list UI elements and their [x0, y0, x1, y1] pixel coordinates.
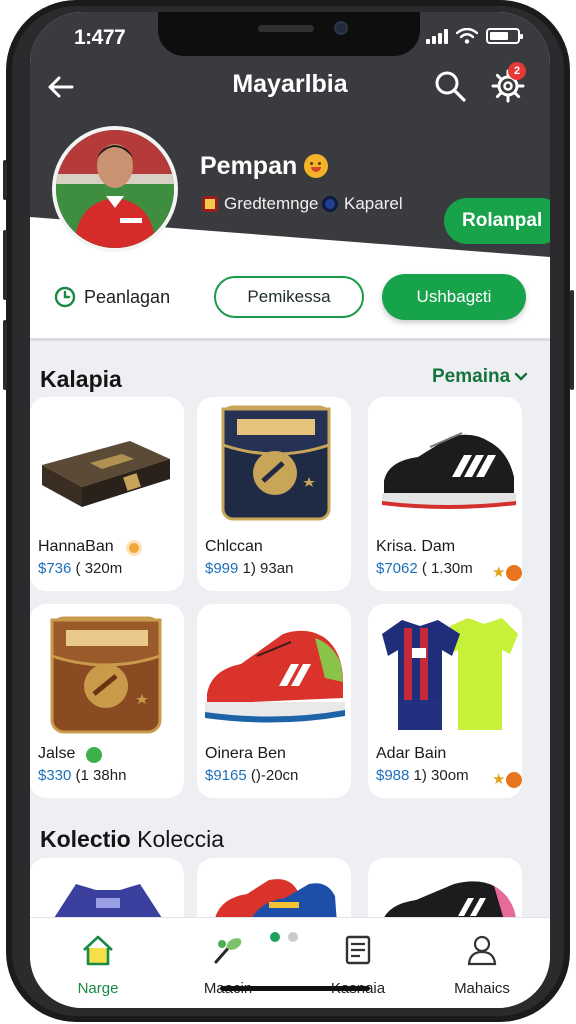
- search-icon[interactable]: [432, 68, 468, 104]
- team-badge-icon: [202, 196, 218, 212]
- avatar-photo: [56, 130, 174, 248]
- phone-side-button: [3, 160, 7, 200]
- section-title-kolectio: Kolectio Koleccia: [40, 826, 224, 853]
- price-value: $7062: [376, 560, 418, 577]
- chevron-down-icon: [514, 372, 528, 381]
- user-icon: [467, 935, 497, 966]
- nav-label: Narge: [77, 980, 119, 997]
- product-image-wallet-brown: [50, 616, 162, 734]
- nav-item-home[interactable]: Narge: [48, 918, 148, 1008]
- nav-label: Mahaics: [454, 980, 510, 997]
- product-card[interactable]: Chlccan $999 1) 93an: [197, 397, 351, 591]
- action-row: Peanlagan Pemikessa Ushbagɛti: [30, 268, 550, 338]
- coin-icon: [506, 772, 522, 788]
- product-image-box: [42, 441, 170, 507]
- product-price: $736 ( 320m: [38, 560, 122, 577]
- section-title-suffix: Koleccia: [137, 826, 225, 852]
- leaf-icon: [86, 747, 102, 763]
- back-arrow-icon[interactable]: [44, 70, 78, 104]
- product-price: $330 (1 38hn: [38, 767, 126, 784]
- section-title-main: Kolectio: [40, 826, 131, 852]
- signal-icon: [426, 28, 448, 44]
- product-name: Krisa. Dam: [376, 538, 456, 555]
- app-title: Mayarlbia: [232, 70, 348, 98]
- page-dot: [288, 932, 298, 942]
- clock-icon: [54, 286, 76, 308]
- cricket-bat-icon: [214, 938, 242, 964]
- speaker-grille: [258, 25, 314, 32]
- phone-volume-down: [3, 320, 7, 390]
- phone-power-button: [570, 290, 574, 390]
- price-value: $9165: [205, 767, 247, 784]
- home-icon: [83, 935, 113, 966]
- coin-icon: [126, 540, 142, 556]
- notch: [158, 12, 420, 56]
- price-value: $999: [205, 560, 239, 577]
- status-time: 1:477: [74, 26, 126, 49]
- product-card[interactable]: HannaBan $736 ( 320m: [30, 397, 184, 591]
- product-image-wallet: [221, 405, 331, 521]
- schedule-label: Peanlagan: [84, 286, 171, 307]
- section-title-kalapia: Kalapia: [40, 366, 122, 392]
- product-image-sneaker-red: [205, 630, 345, 723]
- product-card[interactable]: Adar Bain $988 1) 30om ★: [368, 604, 522, 798]
- receipt-icon: [345, 935, 371, 965]
- price-value: $736: [38, 560, 72, 577]
- status-icons: [426, 28, 523, 44]
- profile-meta-team: Gredtemnge: [202, 194, 319, 214]
- product-image-sneaker-black: [382, 432, 516, 509]
- product-name: Jalse: [38, 745, 76, 762]
- product-card[interactable]: Krisa. Dam $7062 ( 1.30m ★: [368, 397, 522, 591]
- profile-meta-team-label: Gredtemnge: [224, 194, 319, 213]
- product-price: $988 1) 30om: [376, 767, 469, 784]
- nav-item-orders[interactable]: Kasnaia: [308, 918, 408, 1008]
- secondary-pill-button[interactable]: Pemikessa: [214, 276, 364, 318]
- page-dot-active: [270, 932, 280, 942]
- phone-volume-up: [3, 230, 7, 300]
- profile-meta-location: Kaparel: [322, 194, 403, 214]
- price-extra: ( 320m: [75, 560, 123, 577]
- battery-icon: [486, 28, 523, 44]
- page-indicator: [270, 932, 298, 942]
- product-card[interactable]: Jalse $330 (1 38hn: [30, 604, 184, 798]
- price-value: $330: [38, 767, 72, 784]
- smiley-emoji-icon: [304, 154, 328, 178]
- see-all-label: Pemaina: [432, 366, 511, 387]
- product-name: Chlccan: [205, 538, 263, 555]
- nav-item-profile[interactable]: Mahaics: [432, 918, 532, 1008]
- profile-meta-location-label: Kaparel: [344, 194, 403, 213]
- product-name: Adar Bain: [376, 745, 447, 762]
- product-price: $7062 ( 1.30m: [376, 560, 473, 577]
- product-name: Oinera Ben: [205, 745, 286, 762]
- product-price: $9165 ()-20cn: [205, 767, 298, 784]
- notification-badge: 2: [508, 62, 526, 80]
- product-name: HannaBan: [38, 538, 114, 555]
- primary-pill-button[interactable]: Ushbagɛti: [382, 274, 526, 320]
- see-all-link[interactable]: Pemaina: [432, 366, 528, 388]
- follow-button[interactable]: Rolanpal: [444, 198, 550, 244]
- avatar[interactable]: [52, 126, 178, 252]
- price-extra: ( 1.30m: [421, 560, 473, 577]
- bottom-navigation: Narge Maacin Kasnaia Mahaics: [30, 917, 550, 1008]
- profile-name: Pempan: [200, 152, 298, 180]
- coin-icon: [506, 565, 522, 581]
- product-price: $999 1) 93an: [205, 560, 293, 577]
- price-extra: (1 38hn: [75, 767, 127, 784]
- home-indicator[interactable]: [220, 986, 370, 991]
- nav-item-market[interactable]: Maacin: [178, 918, 278, 1008]
- price-extra: 1) 30om: [413, 767, 469, 784]
- schedule-button[interactable]: Peanlagan: [54, 286, 170, 308]
- price-value: $988: [376, 767, 410, 784]
- product-image-jerseys: [382, 618, 518, 730]
- product-card[interactable]: Oinera Ben $9165 ()-20cn: [197, 604, 351, 798]
- screen: 1:477 Mayarlbia 2 Pempan Gredtemnge Kapa…: [30, 12, 550, 1008]
- front-camera: [334, 21, 348, 35]
- location-badge-icon: [322, 196, 338, 212]
- price-extra: ()-20cn: [250, 767, 299, 784]
- divider: [30, 338, 550, 341]
- wifi-icon: [456, 28, 478, 44]
- price-extra: 1) 93an: [242, 560, 294, 577]
